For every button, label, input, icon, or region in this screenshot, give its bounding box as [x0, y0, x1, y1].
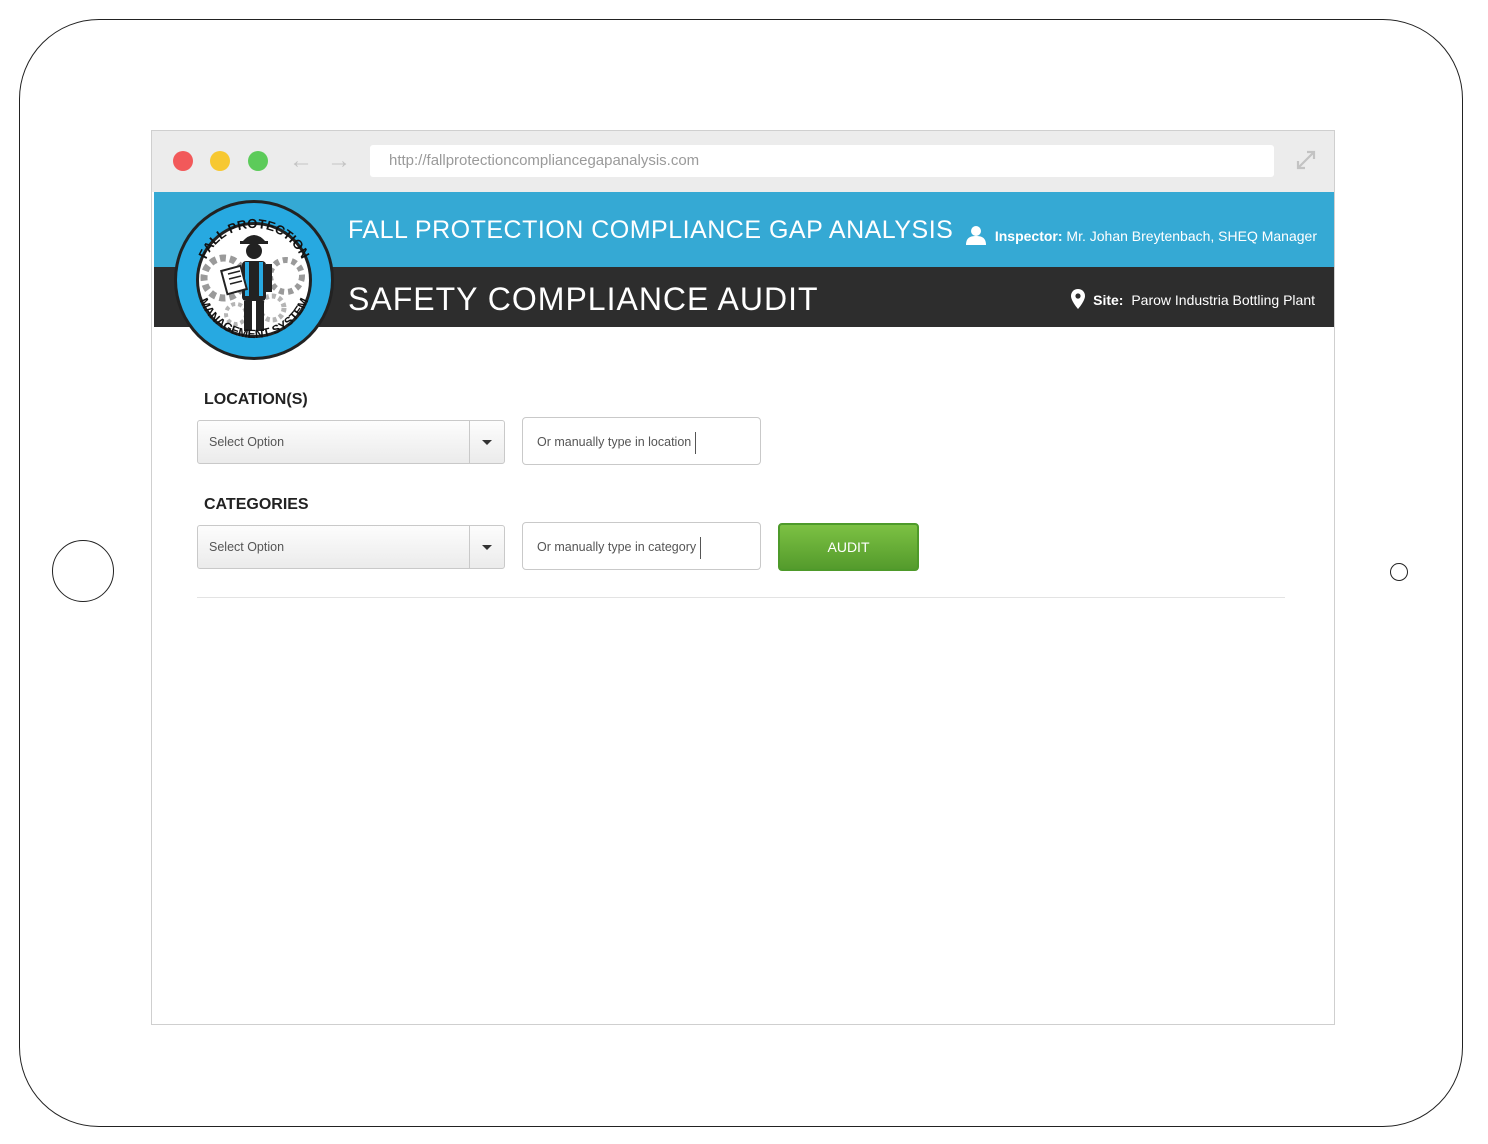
location-label: LOCATION(S) — [204, 391, 308, 408]
inspector-info: Inspector: Mr. Johan Breytenbach, SHEQ M… — [965, 225, 1317, 245]
close-window-button[interactable] — [173, 151, 193, 171]
arrow-right-icon[interactable]: → — [327, 147, 351, 175]
url-bar[interactable]: http://fallprotectioncompliancegapanalys… — [370, 145, 1274, 177]
app-title: FALL PROTECTION COMPLIANCE GAP ANALYSIS — [348, 216, 954, 244]
location-select[interactable]: Select Option — [197, 420, 505, 464]
page-title: SAFETY COMPLIANCE AUDIT — [348, 281, 819, 317]
arrow-left-icon[interactable]: ← — [289, 147, 313, 175]
chevron-down-icon[interactable] — [469, 421, 504, 463]
home-button[interactable] — [52, 540, 114, 602]
location-input-text: Or manually type in location — [537, 435, 692, 449]
audit-button[interactable]: AUDIT — [778, 523, 919, 571]
chevron-down-icon[interactable] — [469, 526, 504, 568]
text-cursor — [695, 431, 697, 454]
category-select[interactable]: Select Option — [197, 525, 505, 569]
text-cursor — [700, 536, 702, 559]
map-pin-icon — [1071, 289, 1086, 309]
location-select-value: Select Option — [209, 435, 285, 449]
category-input[interactable]: Or manually type in category — [522, 522, 761, 570]
inspector-label: Inspector: — [994, 228, 1063, 244]
browser-window: ← → http://fallprotectioncompliancegapan… — [151, 130, 1335, 1025]
user-icon — [965, 226, 986, 245]
inspector-value: Mr. Johan Breytenbach, SHEQ Manager — [1066, 228, 1317, 244]
category-input-text: Or manually type in category — [537, 540, 697, 554]
maximize-window-button[interactable] — [248, 151, 268, 171]
site-info: Site: Parow Industria Bottling Plant — [1071, 289, 1315, 309]
expand-icon[interactable] — [1295, 149, 1317, 171]
site-label: Site: — [1093, 292, 1124, 308]
browser-toolbar: ← → http://fallprotectioncompliancegapan… — [152, 131, 1334, 192]
divider — [197, 597, 1285, 598]
camera — [1390, 563, 1408, 581]
minimize-window-button[interactable] — [210, 151, 230, 171]
category-select-value: Select Option — [209, 540, 285, 554]
audit-form: LOCATION(S) Select Option Or manually ty… — [152, 327, 1334, 1024]
categories-label: CATEGORIES — [204, 496, 309, 513]
location-input[interactable]: Or manually type in location — [522, 417, 761, 465]
site-value: Parow Industria Bottling Plant — [1131, 292, 1315, 308]
